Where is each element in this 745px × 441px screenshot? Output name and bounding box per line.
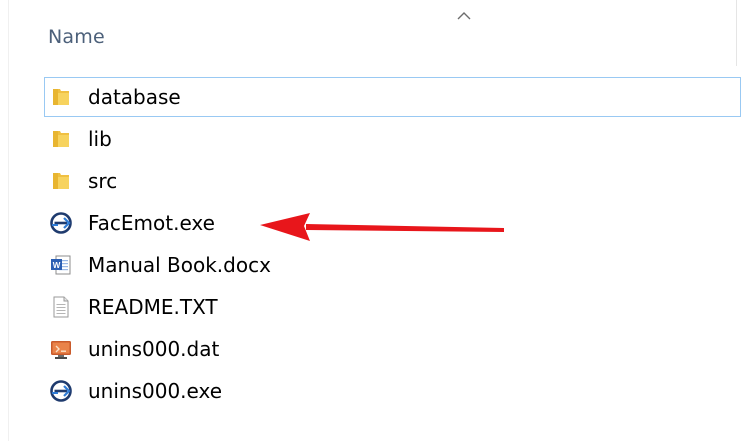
- file-name: src: [88, 169, 118, 193]
- navigation-divider: [8, 0, 9, 441]
- column-header: Name: [0, 0, 745, 66]
- file-name: FacEmot.exe: [88, 211, 215, 235]
- word-document-icon: W: [50, 254, 72, 276]
- text-file-icon: [50, 296, 72, 318]
- folder-icon: [50, 128, 72, 150]
- application-exe-icon: [50, 380, 72, 402]
- file-row-unins000-dat[interactable]: unins000.dat: [40, 328, 745, 370]
- file-row-manual-book-docx[interactable]: W Manual Book.docx: [40, 244, 745, 286]
- file-name: lib: [88, 127, 112, 151]
- svg-text:W: W: [53, 261, 61, 270]
- annotation-arrow: [260, 213, 504, 241]
- file-row-readme-txt[interactable]: README.TXT: [40, 286, 745, 328]
- arrow-shape: [260, 213, 504, 241]
- column-divider[interactable]: [736, 0, 737, 66]
- file-explorer-pane: Name database lib src FacEmot.exe W Manu…: [0, 0, 745, 441]
- data-file-icon: [50, 338, 72, 360]
- file-name: unins000.dat: [88, 337, 220, 361]
- file-row-unins000-exe[interactable]: unins000.exe: [40, 370, 745, 412]
- file-name: database: [88, 85, 181, 109]
- folder-icon: [50, 86, 72, 108]
- folder-icon: [50, 170, 72, 192]
- file-name: Manual Book.docx: [88, 253, 271, 277]
- file-row-src[interactable]: src: [40, 160, 745, 202]
- file-name: unins000.exe: [88, 379, 223, 403]
- file-name: README.TXT: [88, 295, 218, 319]
- file-row-database[interactable]: database: [40, 76, 745, 118]
- file-list: database lib src FacEmot.exe W Manual Bo…: [40, 76, 745, 412]
- sort-ascending-icon: [456, 8, 472, 22]
- application-exe-icon: [50, 212, 72, 234]
- file-row-lib[interactable]: lib: [40, 118, 745, 160]
- name-column-header[interactable]: Name: [48, 26, 105, 48]
